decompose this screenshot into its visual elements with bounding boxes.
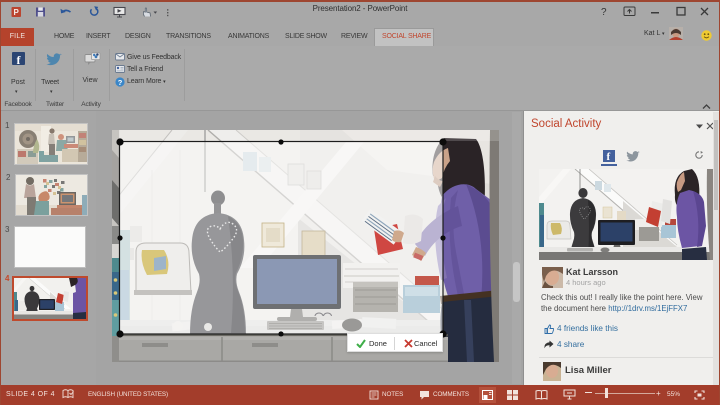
svg-text:?: ? xyxy=(601,7,607,18)
svg-text:?: ? xyxy=(118,78,123,87)
svg-text:P: P xyxy=(14,8,20,17)
